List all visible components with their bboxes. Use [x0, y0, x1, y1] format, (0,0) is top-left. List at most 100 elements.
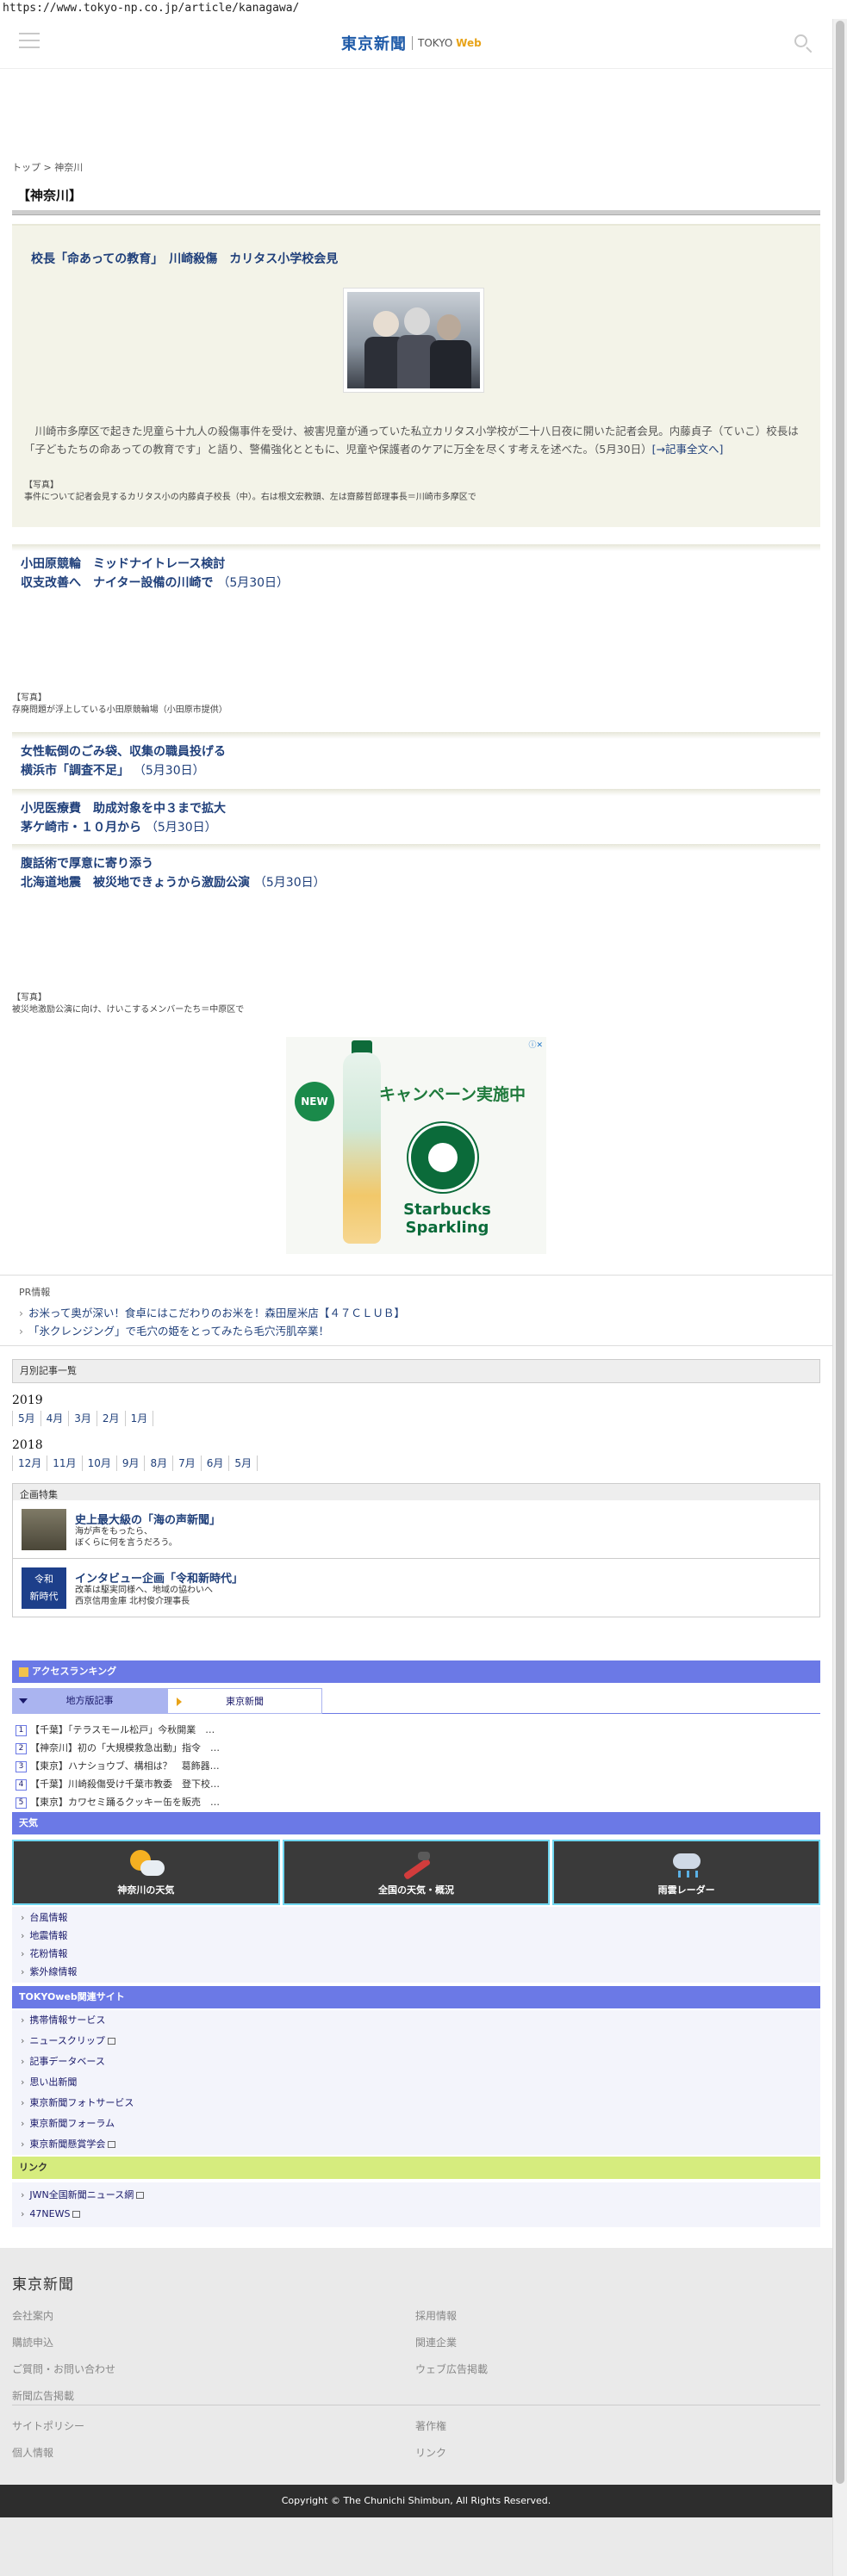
archive-month-link[interactable]: 12月	[12, 1456, 47, 1471]
caret-right-icon	[177, 1698, 182, 1706]
advertisement[interactable]: ⓘ✕ NEW キャンペーン実施中 Starbucks Sparkling	[286, 1037, 546, 1254]
footer-link[interactable]: ウェブ広告掲載	[415, 2356, 488, 2383]
japan-map-icon	[397, 1848, 435, 1881]
search-icon[interactable]	[793, 33, 813, 53]
breadcrumb-home[interactable]: トップ	[12, 162, 40, 173]
related-link[interactable]: 携帯情報サービス	[12, 2010, 820, 2031]
related-link[interactable]: 東京新聞フォーラム	[12, 2114, 820, 2134]
tab-local[interactable]: 地方版記事	[12, 1688, 167, 1714]
feature-item[interactable]: 史上最大級の「海の声新聞」 海が声をもったら、 ぼくらに何を言うだろう。	[12, 1500, 820, 1559]
archive-month-link[interactable]: 9月	[115, 1456, 145, 1471]
menu-icon[interactable]	[19, 33, 40, 50]
lead-photo[interactable]	[343, 288, 484, 393]
weather-link[interactable]: 紫外線情報	[12, 1963, 820, 1981]
weather-link[interactable]: 地震情報	[12, 1927, 820, 1945]
ad-new-badge: NEW	[295, 1082, 334, 1121]
sun-cloud-icon	[127, 1848, 165, 1879]
archive-year: 2019	[12, 1394, 43, 1407]
ad-headline: キャンペーン実施中	[379, 1085, 526, 1104]
article-title[interactable]: 収支改善へ ナイター設備の川崎で	[21, 576, 213, 590]
ranking-heading: アクセスランキング	[12, 1660, 820, 1683]
footer-link[interactable]: 新聞広告掲載	[12, 2383, 115, 2410]
footer-link[interactable]: 著作権	[415, 2413, 446, 2440]
tab-tokyo[interactable]: 東京新聞	[167, 1688, 322, 1714]
related-link[interactable]: 記事データベース	[12, 2051, 820, 2072]
article-title[interactable]: 小田原競輪 ミッドナイトレース検討	[21, 557, 225, 571]
lead-headline[interactable]: 校長「命あっての教育」 川崎殺傷 カリタス小学校会見	[31, 250, 338, 267]
weather-tile-kanagawa[interactable]: 神奈川の天気	[12, 1840, 280, 1905]
page-scrollbar[interactable]	[832, 19, 847, 2576]
article-title[interactable]: 茅ケ崎市・１０月から	[21, 821, 141, 835]
footer-logo[interactable]: 東京新聞	[12, 2272, 74, 2294]
monthly-archive: 2019 5月 4月 3月 2月 1月 2018 12月 11月 10月 9月 …	[12, 1394, 820, 1471]
related-heading: TOKYOweb関連サイト	[12, 1986, 820, 2008]
archive-month-link[interactable]: 5月	[12, 1411, 40, 1426]
external-link[interactable]: 47NEWS	[12, 2205, 820, 2224]
article-title[interactable]: 横浜市「調査不足」	[21, 764, 129, 778]
related-link[interactable]: 東京新聞フォトサービス	[12, 2093, 820, 2114]
archive-month-link[interactable]: 6月	[200, 1456, 229, 1471]
archive-month-link[interactable]: 7月	[172, 1456, 201, 1471]
weather-link[interactable]: 花粉情報	[12, 1945, 820, 1963]
weather-tile-label: 雨雲レーダー	[657, 1884, 715, 1896]
scrollbar-thumb[interactable]	[836, 21, 844, 2484]
article-item[interactable]: 女性転倒のごみ袋、収集の職員投げる 横浜市「調査不足」 （5月30日）	[12, 732, 820, 780]
archive-month-link[interactable]: 2月	[96, 1411, 125, 1426]
feature-item[interactable]: 令和 新時代 インタビュー企画「令和新時代」 改革は駆実同様へ、地域の協わいへ 西京…	[12, 1559, 820, 1617]
pr-item[interactable]: お米って奥が深い！食卓にはこだわりのお米を！森田屋米店【４７ＣＬＵＢ】	[12, 1304, 820, 1322]
footer-col-left: 会社案内 購読申込 ご質問・お問い合わせ 新聞広告掲載	[12, 2303, 115, 2410]
lead-more-link[interactable]: [→記事全文へ]	[652, 443, 724, 456]
section-title: 【神奈川】	[17, 188, 83, 203]
archive-month-link[interactable]: 10月	[81, 1456, 116, 1471]
weather-tile-national[interactable]: 全国の天気・概況	[282, 1840, 551, 1905]
article-title[interactable]: 小児医療費 助成対象を中３まで拡大	[21, 802, 226, 816]
article-item[interactable]: 腹話術で厚意に寄り添う 北海道地震 被災地できょうから激励公演 （5月30日）	[12, 844, 820, 892]
feature-title[interactable]: インタビュー企画「令和新時代」	[75, 1569, 243, 1586]
external-link-icon	[136, 2192, 145, 2199]
weather-tile-radar[interactable]: 雨雲レーダー	[552, 1840, 821, 1905]
footer-link[interactable]: 購読申込	[12, 2330, 115, 2356]
article-title[interactable]: 北海道地震 被災地できょうから激励公演	[21, 876, 250, 890]
ranking-item[interactable]: 1 【千葉】「テラスモール松戸」今秋開業 …	[16, 1721, 817, 1739]
external-link[interactable]: JWN全国新聞ニュース網	[12, 2186, 820, 2205]
address-bar[interactable]: https://www.tokyo-np.co.jp/article/kanag…	[0, 0, 847, 19]
article-title[interactable]: 腹話術で厚意に寄り添う	[21, 857, 153, 871]
ranking-item[interactable]: 4 【千葉】川崎殺傷受け千葉市教委 登下校…	[16, 1775, 817, 1793]
archive-month-link[interactable]: 3月	[68, 1411, 97, 1426]
article-item[interactable]: 小児医療費 助成対象を中３まで拡大 茅ケ崎市・１０月から （5月30日）	[12, 789, 820, 837]
reiwa-icon: 令和 新時代	[22, 1567, 66, 1609]
related-links: 携帯情報サービス ニュースクリップ 記事データベース 思い出新聞 東京新聞フォト…	[12, 2010, 820, 2155]
related-link[interactable]: 思い出新聞	[12, 2072, 820, 2093]
footer-link[interactable]: サイトポリシー	[12, 2413, 84, 2440]
archive-month-link[interactable]: 4月	[40, 1411, 69, 1426]
pr-item[interactable]: 「氷クレンジング」で毛穴の姫をとってみたら毛穴汚肌卒業！	[12, 1322, 820, 1340]
lead-caption: 事件について記者会見するカリタス小の内藤貞子校長（中）。右は根文宏教頭、左は齋藤…	[24, 493, 476, 502]
adchoice-icon[interactable]: ⓘ✕	[524, 1039, 543, 1051]
footer-link[interactable]: 個人情報	[12, 2440, 84, 2467]
footer-link[interactable]: 会社案内	[12, 2303, 115, 2330]
ranking-item[interactable]: 5 【東京】カワセミ踊るクッキー缶を販売 …	[16, 1793, 817, 1811]
related-link[interactable]: 東京新聞懸賞学会	[12, 2134, 820, 2155]
article-title[interactable]: 女性転倒のごみ袋、収集の職員投げる	[21, 745, 226, 759]
archive-month-link[interactable]: 11月	[47, 1456, 81, 1471]
footer-link[interactable]: 採用情報	[415, 2303, 488, 2330]
ranking-item[interactable]: 3 【東京】ハナショウブ、構相は？ 葛飾器…	[16, 1757, 817, 1775]
footer-link[interactable]: リンク	[415, 2440, 446, 2467]
external-link-icon	[72, 2211, 81, 2218]
breadcrumb-current: 神奈川	[54, 162, 84, 173]
footer-link[interactable]: 関連企業	[415, 2330, 488, 2356]
archive-month-link[interactable]: 5月	[228, 1456, 258, 1471]
footer-col-left2: サイトポリシー 個人情報	[12, 2413, 84, 2467]
weather-tile-label: 神奈川の天気	[117, 1884, 175, 1896]
caret-down-icon	[19, 1698, 28, 1704]
feature-title[interactable]: 史上最大級の「海の声新聞」	[75, 1511, 221, 1527]
site-logo[interactable]: 東京新聞 TOKYO Web	[341, 33, 482, 53]
archive-month-link[interactable]: 8月	[144, 1456, 172, 1471]
article-item[interactable]: 小田原競輪 ミッドナイトレース検討 収支改善へ ナイター設備の川崎で （5月30日…	[12, 544, 820, 593]
archive-month-link[interactable]: 1月	[124, 1411, 154, 1426]
ranking-item[interactable]: 2 【神奈川】初の「大規模救急出動」指令 …	[16, 1739, 817, 1757]
weather-link[interactable]: 台風情報	[12, 1909, 820, 1927]
article-caption: 【写真】 存廃問題が浮上している小田原競輪場（小田原市提供）	[12, 693, 227, 715]
related-link[interactable]: ニュースクリップ	[12, 2031, 820, 2051]
footer-link[interactable]: ご質問・お問い合わせ	[12, 2356, 115, 2383]
